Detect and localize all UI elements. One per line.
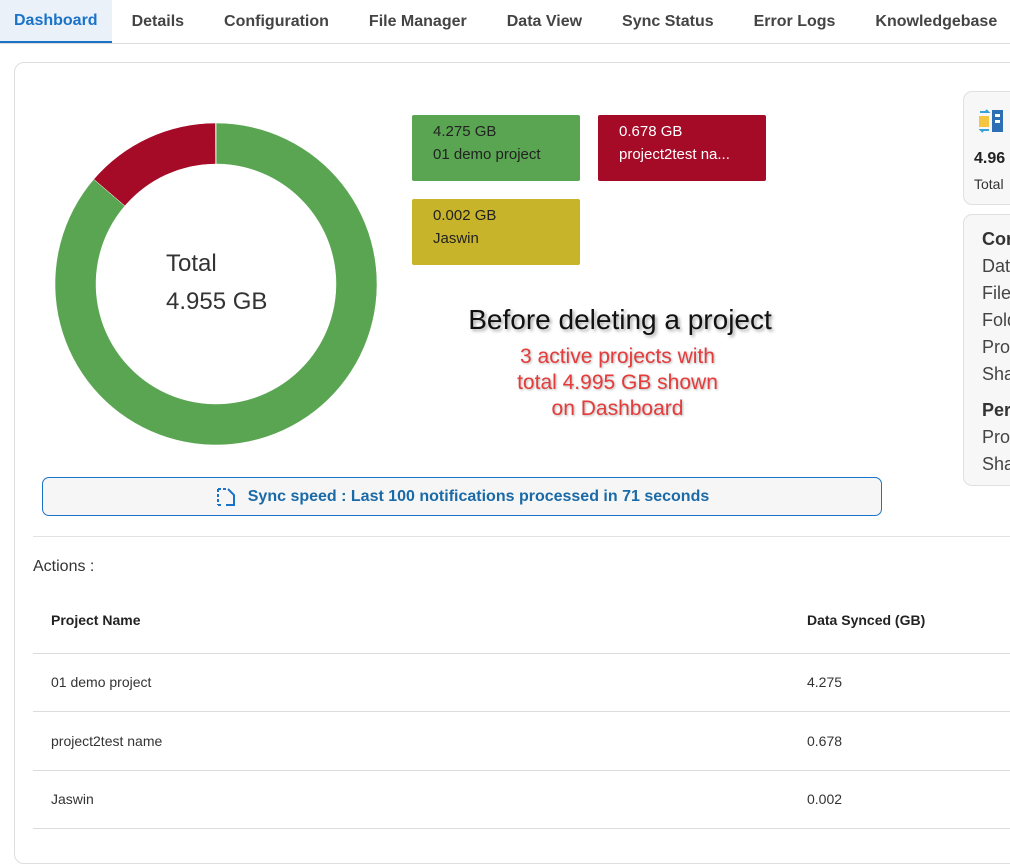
legend-name: Jaswin [433, 227, 580, 250]
tab-details[interactable]: Details [112, 0, 204, 43]
tab-sync-status[interactable]: Sync Status [602, 0, 734, 43]
donut-slice-project2test-name[interactable] [94, 123, 216, 206]
sync-speed-icon [215, 486, 237, 508]
tab-dashboard[interactable]: Dashboard [0, 0, 112, 43]
sync-speed-text: Sync speed : Last 100 notifications proc… [248, 488, 710, 506]
tab-file-manager[interactable]: File Manager [349, 0, 487, 43]
sync-transfer-icon [977, 106, 1007, 136]
donut-total-label: Total [166, 245, 267, 283]
sync-speed-bar: Sync speed : Last 100 notifications proc… [42, 477, 882, 516]
annotation-line: on Dashboard [460, 396, 775, 422]
tab-error-logs[interactable]: Error Logs [734, 0, 856, 43]
table-cell-data-synced: 0.002 [807, 791, 842, 807]
table-divider [33, 828, 1010, 829]
table-cell-project-name: 01 demo project [51, 674, 151, 690]
annotation-line: 3 active projects with [460, 344, 775, 370]
annotation-line: total 4.995 GB shown [460, 370, 775, 396]
side-list-item: Pro [982, 337, 1010, 358]
legend-value: 4.275 GB [433, 120, 580, 143]
tab-bar: Dashboard Details Configuration File Man… [0, 0, 1010, 44]
tab-configuration[interactable]: Configuration [204, 0, 349, 43]
side-section-heading: Cor [982, 229, 1010, 250]
table-cell-project-name: Jaswin [51, 791, 94, 807]
side-list-item: Sha [982, 454, 1010, 475]
table-cell-data-synced: 4.275 [807, 674, 842, 690]
table-divider [33, 770, 1010, 771]
column-header-data-synced[interactable]: Data Synced (GB) [807, 612, 925, 628]
legend-item-01-demo-project[interactable]: 4.275 GB 01 demo project [412, 115, 580, 181]
tab-data-view[interactable]: Data View [487, 0, 602, 43]
legend-value: 0.678 GB [619, 120, 766, 143]
connection-details-card: Cor Dat File Fold Pro Sha Per Pro Sha [963, 214, 1010, 486]
legend-name: project2test na... [619, 143, 766, 166]
annotation-subtitle: 3 active projects with total 4.995 GB sh… [460, 344, 775, 422]
section-divider [33, 536, 1010, 537]
actions-label: Actions : [33, 558, 94, 576]
donut-total-value: 4.955 GB [166, 283, 267, 321]
table-cell-project-name: project2test name [51, 733, 162, 749]
legend-value: 0.002 GB [433, 204, 580, 227]
table-divider [33, 711, 1010, 712]
donut-center-label: Total 4.955 GB [166, 245, 267, 321]
total-storage-label: Total [974, 176, 1004, 192]
legend-item-jaswin[interactable]: 0.002 GB Jaswin [412, 199, 580, 265]
total-storage-value: 4.96 [974, 150, 1005, 168]
legend-item-project2test[interactable]: 0.678 GB project2test na... [598, 115, 766, 181]
table-cell-data-synced: 0.678 [807, 733, 842, 749]
side-list-item: Pro [982, 427, 1010, 448]
column-header-project-name[interactable]: Project Name [51, 612, 140, 628]
side-section-heading: Per [982, 400, 1010, 421]
side-list-item: Dat [982, 256, 1010, 277]
tab-knowledgebase[interactable]: Knowledgebase [855, 0, 1010, 43]
side-list-item: Sha [982, 364, 1010, 385]
legend-name: 01 demo project [433, 143, 580, 166]
table-divider [33, 653, 1010, 654]
annotation-title: Before deleting a project [400, 304, 840, 336]
side-list-item: Fold [982, 310, 1010, 331]
total-summary-card: 4.96 Total [963, 91, 1010, 205]
side-list-item: File [982, 283, 1010, 304]
